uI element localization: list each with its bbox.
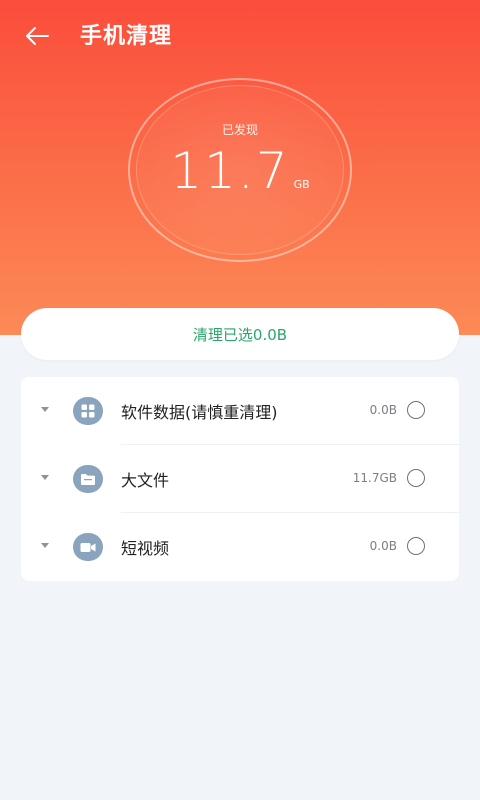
total-size-unit: GB <box>293 178 310 191</box>
header-banner: 手机清理 已发现 11.7 GB <box>0 0 480 335</box>
back-arrow-icon <box>26 27 49 45</box>
category-size: 11.7GB <box>352 471 397 485</box>
category-size: 0.0B <box>369 403 397 417</box>
category-size: 0.0B <box>369 539 397 553</box>
select-radio[interactable] <box>407 537 425 555</box>
total-size-display: 11.7 GB <box>0 142 480 200</box>
category-name: 短视频 <box>121 539 170 558</box>
category-row-large-files[interactable]: 大文件 11.7GB <box>21 445 459 513</box>
expand-caret-icon[interactable] <box>41 475 49 480</box>
video-camera-icon <box>73 533 103 561</box>
apps-grid-icon <box>73 397 103 425</box>
category-list: 软件数据(请慎重清理) 0.0B 大文件 11.7GB 短视频 0.0B <box>21 377 459 581</box>
select-radio[interactable] <box>407 401 425 419</box>
expand-caret-icon[interactable] <box>41 407 49 412</box>
page-title: 手机清理 <box>80 24 173 49</box>
found-label: 已发现 <box>221 123 258 137</box>
category-name: 大文件 <box>121 471 170 490</box>
clean-selected-label: 清理已选0.0B <box>192 325 288 344</box>
total-size-value: 11.7 <box>170 142 290 200</box>
category-name: 软件数据(请慎重清理) <box>121 403 278 422</box>
category-row-app-data[interactable]: 软件数据(请慎重清理) 0.0B <box>21 377 459 445</box>
category-row-short-video[interactable]: 短视频 0.0B <box>21 513 459 581</box>
back-button[interactable] <box>22 22 52 50</box>
expand-caret-icon[interactable] <box>41 543 49 548</box>
folder-icon <box>73 465 103 493</box>
select-radio[interactable] <box>407 469 425 487</box>
clean-selected-button[interactable]: 清理已选0.0B <box>21 308 459 360</box>
